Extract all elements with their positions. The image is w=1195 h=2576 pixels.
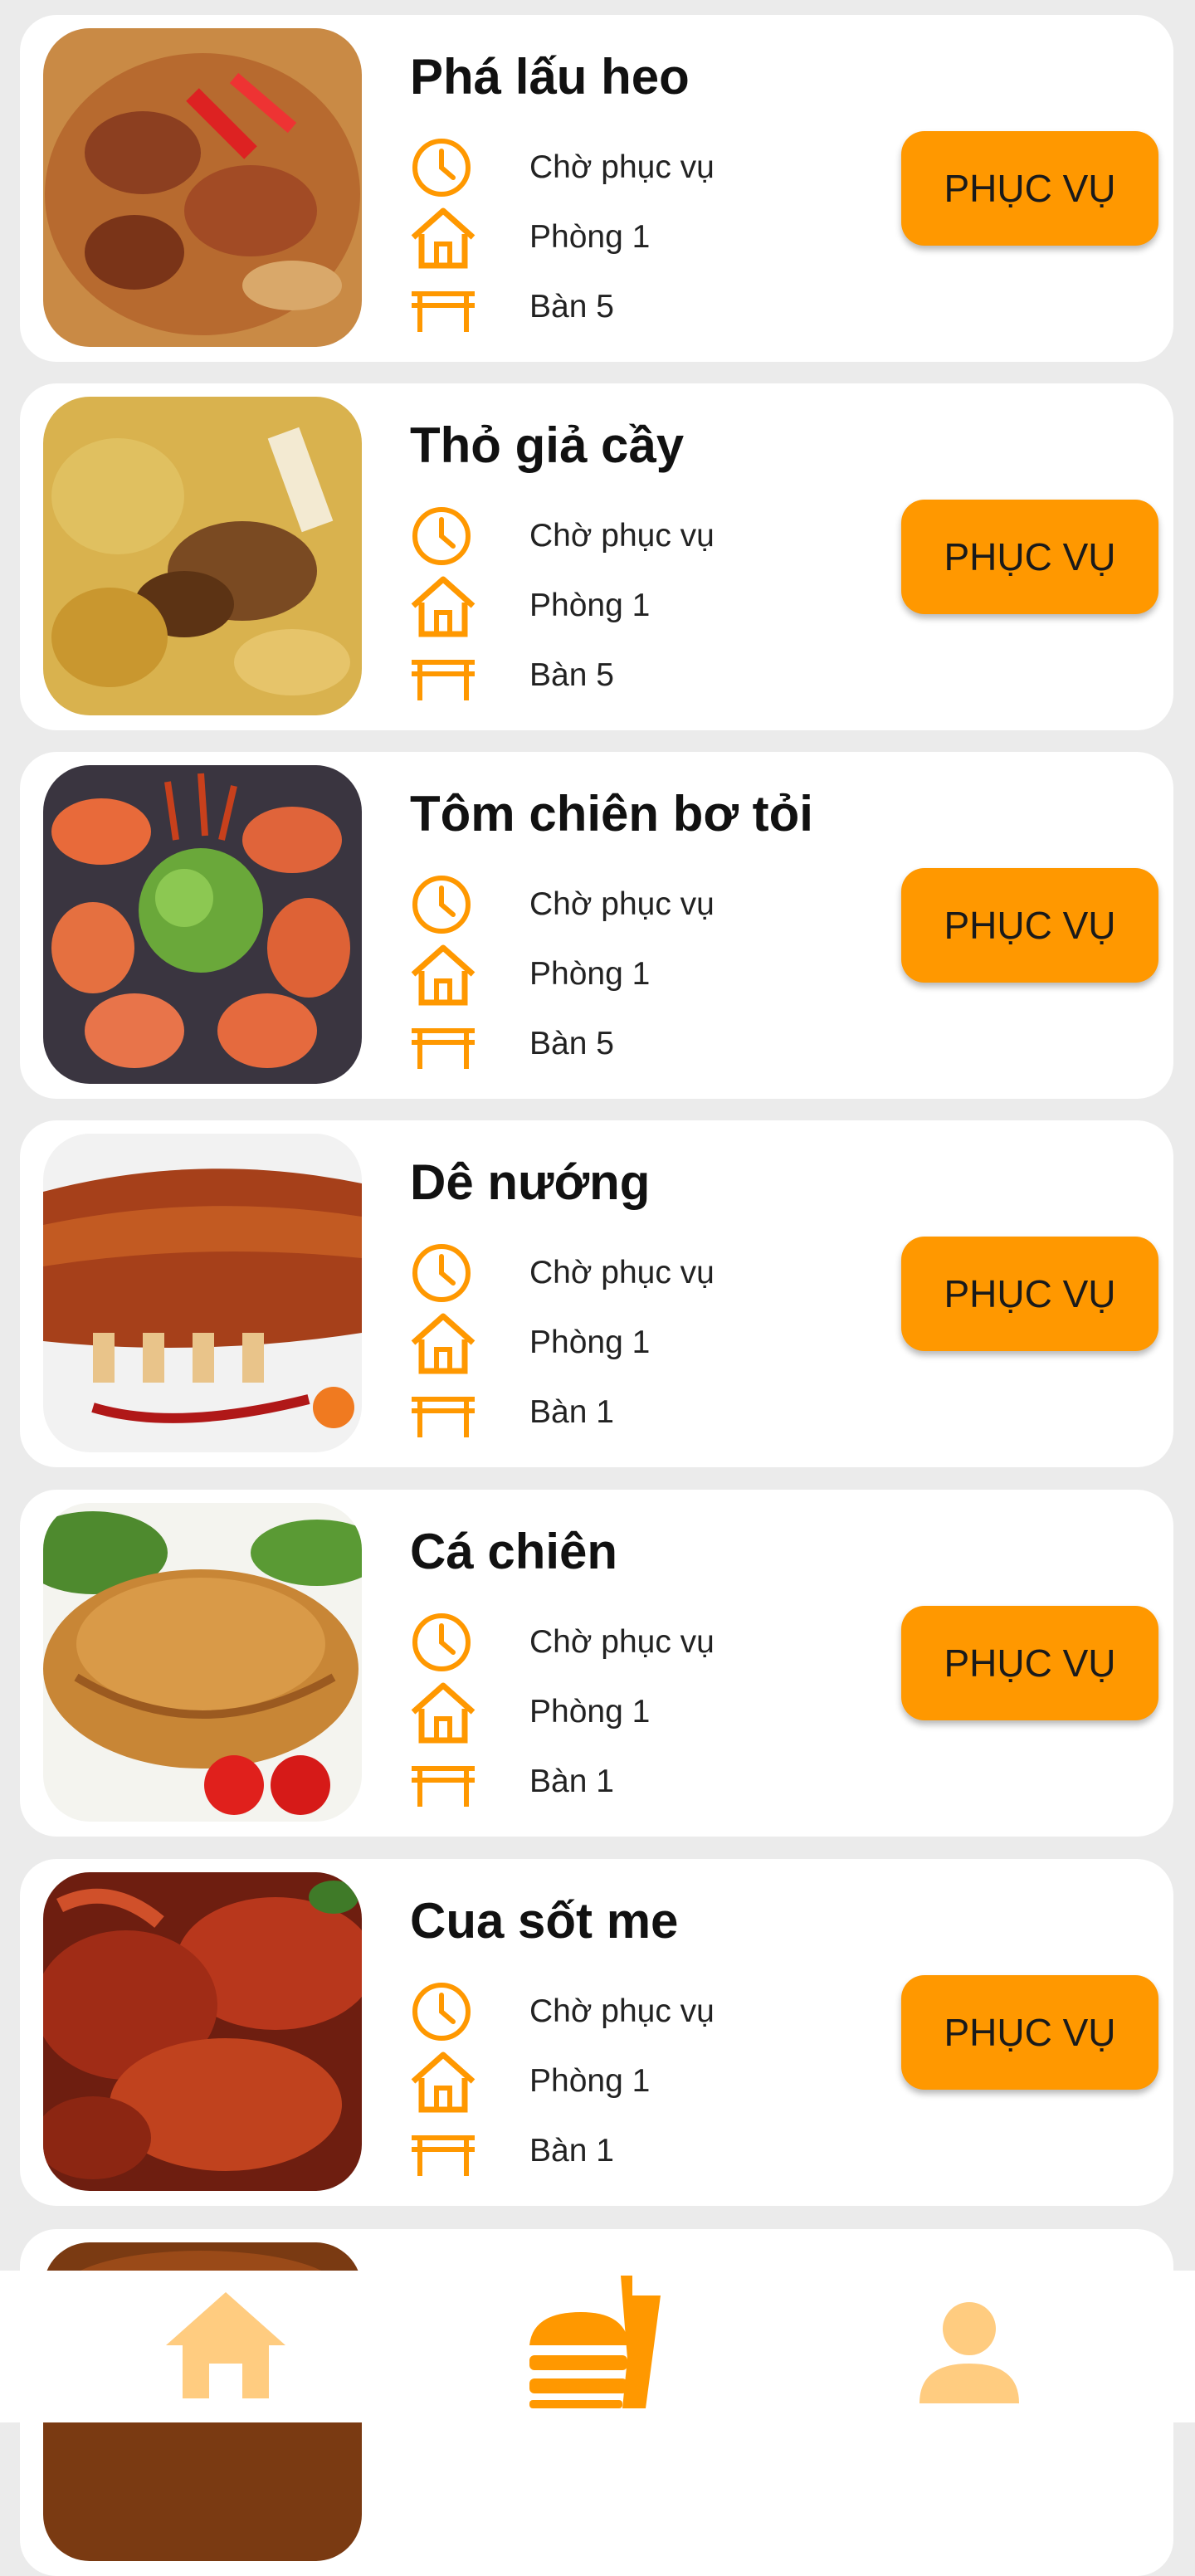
room-row: Phòng 1 [408, 204, 873, 271]
status-text: Chờ phục vụ [529, 1624, 715, 1660]
table-text: Bàn 1 [529, 2133, 614, 2169]
room-text: Phòng 1 [529, 588, 651, 623]
dish-photo [43, 397, 362, 715]
serve-button[interactable]: PHỤC VỤ [901, 1237, 1158, 1351]
house-icon [408, 573, 478, 639]
dish-name: Thỏ giả cầy [410, 417, 685, 473]
table-row: Bàn 1 [408, 2118, 873, 2184]
dish-name: Cua sốt me [410, 1893, 679, 1949]
dish-card: Cá chiên Chờ phục vụ Phòng 1 Bàn 1 PHỤC … [20, 1490, 1173, 1837]
house-icon [408, 204, 478, 271]
dish-card: Thỏ giả cầy Chờ phục vụ Phòng 1 Bàn 5 PH… [20, 383, 1173, 730]
dish-card: Cua sốt me Chờ phục vụ Phòng 1 Bàn 1 PHỤ… [20, 1859, 1173, 2206]
dish-photo [43, 1134, 362, 1452]
serve-button[interactable]: PHỤC VỤ [901, 868, 1158, 983]
serve-button[interactable]: PHỤC VỤ [901, 1606, 1158, 1720]
room-text: Phòng 1 [529, 1325, 651, 1360]
dish-name: Phá lấu heo [410, 49, 690, 105]
table-icon [408, 1011, 478, 1077]
dish-card: Dê nướng Chờ phục vụ Phòng 1 Bàn 1 PHỤC … [20, 1120, 1173, 1467]
room-row: Phòng 1 [408, 1310, 873, 1376]
room-row: Phòng 1 [408, 941, 873, 1007]
clock-icon [408, 1240, 478, 1306]
status-row: Chờ phục vụ [408, 1609, 873, 1676]
nav-food-button[interactable] [529, 2276, 667, 2408]
table-icon [408, 274, 478, 340]
status-row: Chờ phục vụ [408, 134, 873, 201]
dish-name: Cá chiên [410, 1524, 618, 1579]
dish-name: Tôm chiên bơ tỏi [410, 786, 813, 842]
person-icon [919, 2302, 1019, 2403]
serve-button[interactable]: PHỤC VỤ [901, 131, 1158, 246]
dish-name: Dê nướng [410, 1154, 651, 1210]
status-text: Chờ phục vụ [529, 1993, 715, 2029]
clock-icon [408, 1978, 478, 2045]
dish-photo [43, 765, 362, 1084]
room-text: Phòng 1 [529, 219, 651, 255]
status-text: Chờ phục vụ [529, 886, 715, 922]
clock-icon [408, 1609, 478, 1676]
room-row: Phòng 1 [408, 573, 873, 639]
room-text: Phòng 1 [529, 2063, 651, 2099]
table-icon [408, 1749, 478, 1815]
food-icon [529, 2276, 667, 2408]
room-row: Phòng 1 [408, 1679, 873, 1745]
status-text: Chờ phục vụ [529, 1255, 715, 1290]
status-row: Chờ phục vụ [408, 871, 873, 938]
room-text: Phòng 1 [529, 1694, 651, 1730]
clock-icon [408, 134, 478, 201]
house-icon [408, 2048, 478, 2115]
table-row: Bàn 5 [408, 1011, 873, 1077]
table-text: Bàn 5 [529, 657, 614, 693]
status-row: Chờ phục vụ [408, 1240, 873, 1306]
table-text: Bàn 5 [529, 1026, 614, 1061]
room-row: Phòng 1 [408, 2048, 873, 2115]
dish-card: Phá lấu heo Chờ phục vụ Phòng 1 Bàn 5 PH… [20, 15, 1173, 362]
house-icon [408, 1679, 478, 1745]
house-icon [408, 1310, 478, 1376]
clock-icon [408, 503, 478, 569]
dish-photo [43, 1503, 362, 1822]
table-row: Bàn 1 [408, 1749, 873, 1815]
dish-card: Tôm chiên bơ tỏi Chờ phục vụ Phòng 1 Bàn… [20, 752, 1173, 1099]
table-row: Bàn 1 [408, 1379, 873, 1446]
dish-photo [43, 28, 362, 347]
table-row: Bàn 5 [408, 642, 873, 709]
status-text: Chờ phục vụ [529, 518, 715, 554]
dish-photo [43, 1872, 362, 2191]
home-icon [166, 2292, 285, 2398]
table-icon [408, 2118, 478, 2184]
table-text: Bàn 1 [529, 1394, 614, 1430]
clock-icon [408, 871, 478, 938]
table-text: Bàn 1 [529, 1764, 614, 1799]
table-text: Bàn 5 [529, 289, 614, 324]
table-icon [408, 1379, 478, 1446]
room-text: Phòng 1 [529, 956, 651, 992]
status-row: Chờ phục vụ [408, 1978, 873, 2045]
serve-button[interactable]: PHỤC VỤ [901, 1975, 1158, 2090]
house-icon [408, 941, 478, 1007]
nav-profile-button[interactable] [919, 2302, 1019, 2403]
status-row: Chờ phục vụ [408, 503, 873, 569]
bottom-navigation [0, 2271, 1195, 2422]
serve-button[interactable]: PHỤC VỤ [901, 500, 1158, 614]
table-icon [408, 642, 478, 709]
table-row: Bàn 5 [408, 274, 873, 340]
status-text: Chờ phục vụ [529, 149, 715, 185]
nav-home-button[interactable] [166, 2292, 285, 2398]
